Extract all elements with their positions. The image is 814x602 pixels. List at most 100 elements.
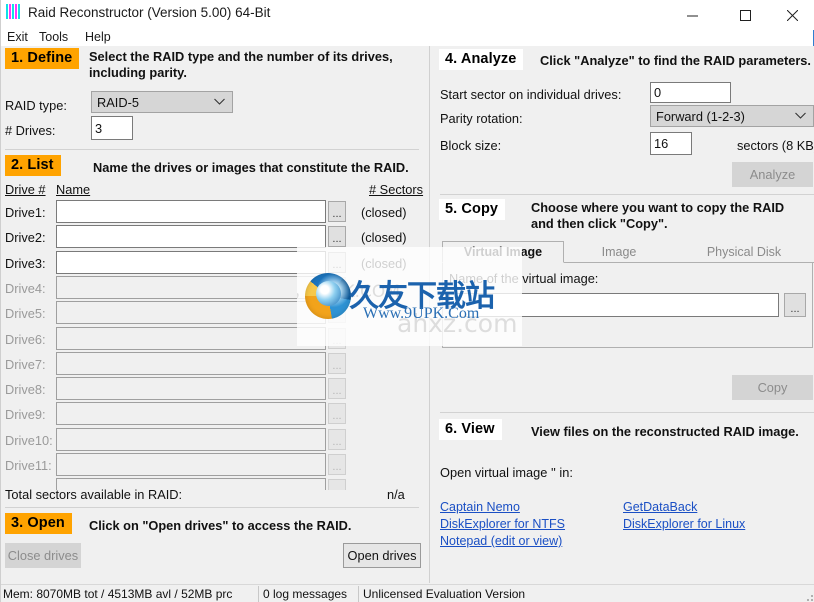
drive-name-input-4[interactable] <box>56 275 326 299</box>
step-badge-define: 1. Define <box>5 48 80 69</box>
menu-item-help[interactable]: Help <box>85 28 111 46</box>
block-size-input[interactable] <box>650 132 692 155</box>
virtual-image-name-input[interactable] <box>449 293 779 317</box>
drive-name-input-11[interactable] <box>56 453 326 476</box>
link-diskexplorer-ntfs[interactable]: DiskExplorer for NTFS <box>440 517 565 531</box>
tab-image[interactable]: Image <box>564 241 674 263</box>
drive-label-1: Drive1: <box>5 205 46 220</box>
list-hint: Name the drives or images that constitut… <box>93 160 409 175</box>
close-button[interactable] <box>769 0 814 30</box>
drive-browse-button-5[interactable]: ... <box>328 302 346 324</box>
menu-item-tools[interactable]: Tools <box>39 28 68 46</box>
analyze-hint: Click "Analyze" to find the RAID paramet… <box>540 53 811 68</box>
drive-browse-button-2[interactable]: ... <box>328 226 346 248</box>
tab-virtual-image[interactable]: Virtual Image <box>442 241 564 263</box>
divider-analyze <box>440 194 814 195</box>
drive-label-5: Drive5: <box>5 306 46 322</box>
divider-define <box>5 149 419 150</box>
drive-label-3: Drive3: <box>5 255 46 271</box>
open-drives-button[interactable]: Open drives <box>343 543 421 568</box>
link-captain-nemo[interactable]: Captain Nemo <box>440 500 520 514</box>
step-badge-copy: 5. Copy <box>439 199 506 220</box>
drive-label-9: Drive9: <box>5 407 46 423</box>
drive-browse-button-1[interactable]: ... <box>328 201 346 222</box>
resize-grip[interactable] <box>803 591 813 601</box>
copy-hint: Choose where you want to copy the RAID a… <box>531 200 785 231</box>
raid-type-select[interactable]: RAID-5 <box>91 91 233 113</box>
drive-browse-button-8[interactable]: ... <box>328 378 346 400</box>
menu-item-exit[interactable]: Exit <box>7 28 28 46</box>
minimize-button[interactable] <box>669 0 715 30</box>
drive-name-input-3[interactable] <box>56 250 326 274</box>
close-drives-button[interactable]: Close drives <box>5 543 81 568</box>
virtual-image-tab-panel: Name of the virtual image: ... <box>442 262 813 348</box>
block-size-units: sectors (8 KB) <box>737 138 814 153</box>
minimize-icon <box>686 15 698 16</box>
maximize-icon <box>739 9 751 21</box>
divider-copy <box>440 412 814 413</box>
column-header-sectors: # Sectors <box>369 182 424 197</box>
drive-browse-button-9[interactable]: ... <box>328 403 346 425</box>
copy-destination-tabs: Virtual Image Image Physical Disk <box>442 241 814 263</box>
view-hint: View files on the reconstructed RAID ima… <box>531 424 799 439</box>
window-title: Raid Reconstructor (Version 5.00) 64-Bit <box>28 5 271 20</box>
divider-list <box>5 507 419 508</box>
parity-rotation-label: Parity rotation: <box>440 111 523 126</box>
browse-virtual-image-button[interactable]: ... <box>784 293 806 317</box>
drive-name-input-6[interactable] <box>56 326 326 350</box>
drive-label-2: Drive2: <box>5 230 46 246</box>
drive-label-7: Drive7: <box>5 356 46 372</box>
chevron-down-icon <box>795 112 806 119</box>
open-virtual-image-label: Open virtual image '' in: <box>440 465 573 480</box>
start-sector-label: Start sector on individual drives: <box>440 87 622 102</box>
drive-browse-button-4[interactable]: ... <box>328 276 346 298</box>
chevron-down-icon <box>214 98 225 105</box>
step-badge-list: 2. List <box>5 155 61 176</box>
total-sectors-label: Total sectors available in RAID: <box>5 487 183 502</box>
drive-name-input-7[interactable] <box>56 351 326 375</box>
drive-name-input-1[interactable] <box>56 200 326 223</box>
pane-divider <box>429 46 430 583</box>
status-divider-1 <box>258 586 259 602</box>
drive-sectors-3: (closed) <box>361 255 407 271</box>
drive-name-input-8[interactable] <box>56 377 326 401</box>
step-badge-view: 6. View <box>439 419 502 440</box>
link-notepad[interactable]: Notepad (edit or view) <box>440 534 562 548</box>
link-diskexplorer-linux[interactable]: DiskExplorer for Linux <box>623 517 745 531</box>
drive-label-11: Drive11: <box>5 458 52 473</box>
raid-type-value: RAID-5 <box>97 94 139 110</box>
column-header-drive: Drive # <box>5 182 46 197</box>
drive-browse-button-3[interactable]: ... <box>328 251 346 273</box>
drive-name-input-9[interactable] <box>56 402 326 426</box>
maximize-button[interactable] <box>722 0 768 30</box>
status-bar: Mem: 8070MB tot / 4513MB avl / 52MB prc … <box>1 584 814 602</box>
num-drives-label: # Drives: <box>5 123 56 138</box>
title-bar: Raid Reconstructor (Version 5.00) 64-Bit <box>1 0 814 31</box>
application-window: Raid Reconstructor (Version 5.00) 64-Bit… <box>0 0 814 602</box>
drive-name-input-2[interactable] <box>56 225 326 249</box>
drive-label-4: Drive4: <box>5 280 46 296</box>
drive-browse-button-6[interactable]: ... <box>328 327 346 349</box>
tab-physical-disk[interactable]: Physical Disk <box>674 241 814 263</box>
copy-button[interactable]: Copy <box>732 375 813 400</box>
virtual-image-name-label: Name of the virtual image: <box>449 271 599 286</box>
parity-rotation-select[interactable]: Forward (1-2-3) <box>650 105 814 127</box>
total-sectors-value: n/a <box>387 487 405 502</box>
link-getdataback[interactable]: GetDataBack <box>623 500 697 514</box>
drive-label-8: Drive8: <box>5 382 46 398</box>
block-size-label: Block size: <box>440 138 502 153</box>
analyze-button[interactable]: Analyze <box>732 162 813 187</box>
drive-name-input-10[interactable] <box>56 427 326 451</box>
drive-browse-button-11[interactable]: ... <box>328 454 346 475</box>
start-sector-input[interactable] <box>650 82 731 103</box>
drive-browse-button-10[interactable]: ... <box>328 428 346 450</box>
open-hint: Click on "Open drives" to access the RAI… <box>89 518 352 533</box>
num-drives-input[interactable] <box>91 116 133 140</box>
menu-bar: Exit Tools Help <box>1 28 814 46</box>
close-icon <box>786 9 798 21</box>
drive-browse-button-7[interactable]: ... <box>328 352 346 374</box>
app-icon <box>6 4 22 19</box>
drive-sectors-2: (closed) <box>361 230 407 246</box>
drive-label-10: Drive10: <box>5 432 53 448</box>
drive-name-input-5[interactable] <box>56 301 326 325</box>
